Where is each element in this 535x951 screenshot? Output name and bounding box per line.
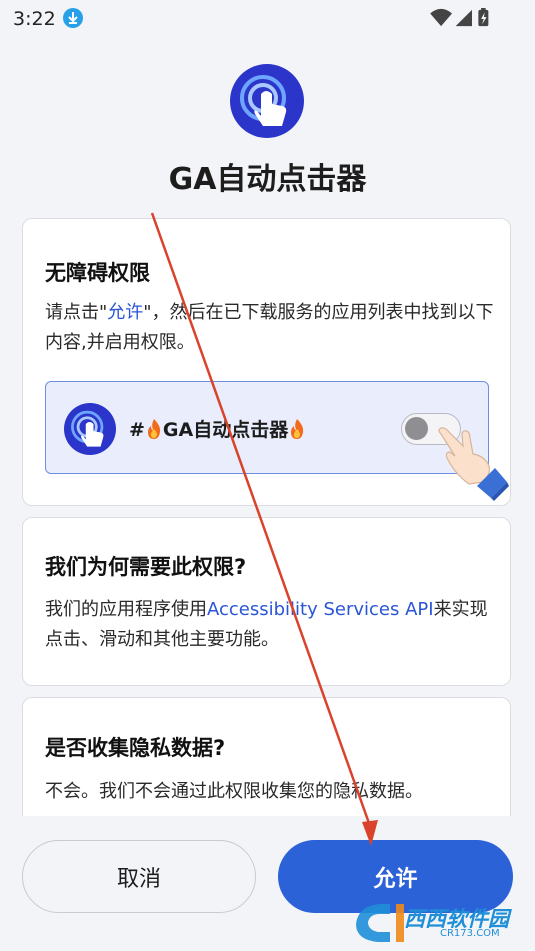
watermark-site: CR173.COM — [440, 928, 500, 939]
fire-icon — [147, 419, 161, 439]
why-permission-card: 我们为何需要此权限? 我们的应用程序使用Accessibility Servic… — [22, 517, 511, 686]
card-description: 请点击"允许"，然后在已下载服务的应用列表中找到以下内容,并启用权限。 — [45, 302, 494, 353]
status-time: 3:22 — [13, 8, 56, 30]
status-bar: 3:22 — [0, 0, 535, 36]
permission-scroll-area[interactable]: 无障碍权限 请点击"允许"，然后在已下载服务的应用列表中找到以下内容,并启用权限… — [0, 206, 535, 816]
card-title: 无障碍权限 — [45, 261, 150, 285]
app-logo — [230, 64, 304, 138]
app-title: GA自动点击器 — [168, 162, 367, 197]
privacy-card: 是否收集隐私数据? 不会。我们不会通过此权限收集您的隐私数据。 — [22, 697, 511, 816]
service-label: # GA自动点击器 — [129, 415, 306, 442]
card-description: 不会。我们不会通过此权限收集您的隐私数据。 — [45, 781, 423, 802]
cancel-button[interactable]: 取消 — [22, 840, 256, 913]
card-title: 我们为何需要此权限? — [45, 555, 247, 579]
service-logo — [64, 403, 116, 455]
toggle-knob — [405, 417, 428, 440]
wifi-icon — [430, 8, 452, 27]
allow-inline-link: 允许 — [107, 302, 144, 323]
download-icon — [63, 8, 83, 28]
card-description: 我们的应用程序使用Accessibility Services API来实现点击… — [45, 599, 488, 650]
accessibility-api-link: Accessibility Services API — [207, 599, 434, 620]
pointing-hand-icon — [438, 427, 509, 501]
touch-tap-icon — [71, 410, 104, 447]
system-icons — [430, 8, 489, 27]
service-preview: # GA自动点击器 — [45, 381, 489, 474]
fire-icon — [291, 419, 304, 439]
signal-icon — [455, 9, 472, 27]
touch-tap-icon — [240, 75, 287, 126]
card-title: 是否收集隐私数据? — [45, 736, 226, 760]
